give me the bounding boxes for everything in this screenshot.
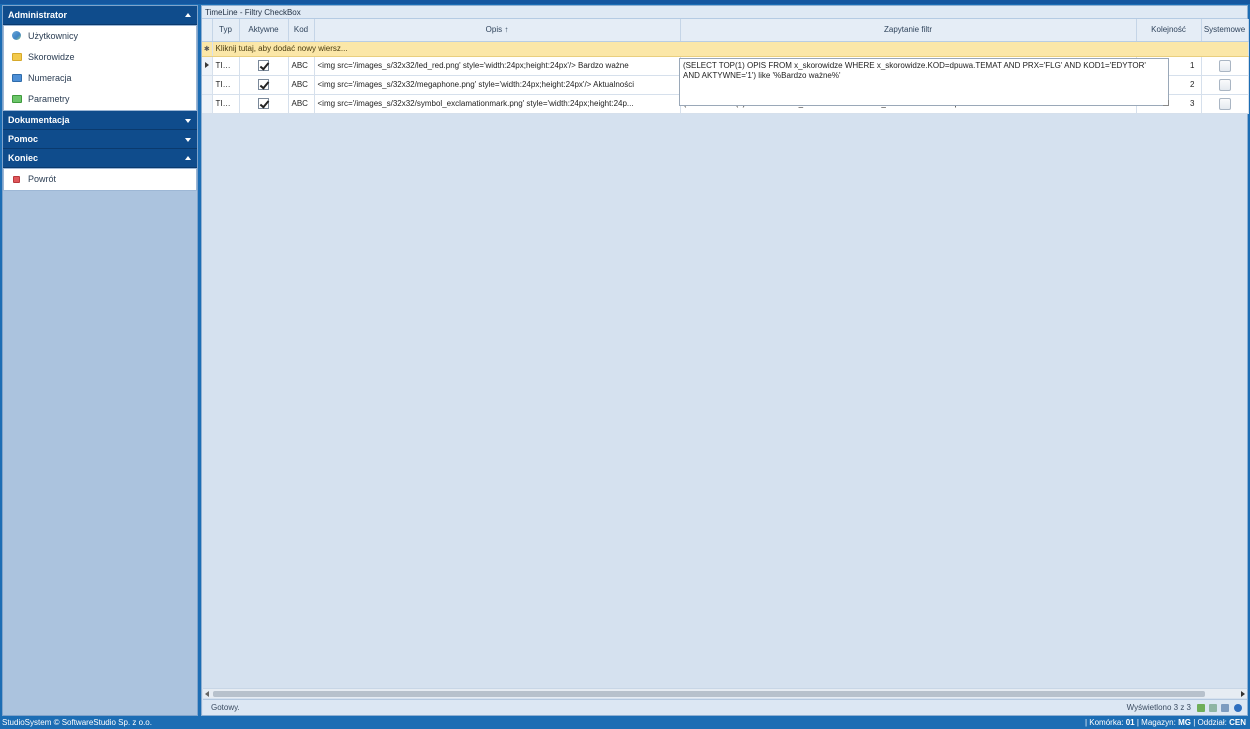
sidebar-item-label: Skorowidze (28, 52, 75, 62)
group-items-administrator: Użytkownicy Skorowidze Numeracja Paramet… (3, 25, 197, 111)
app-footer: StudioSystem © SoftwareStudio Sp. z o.o.… (0, 716, 1250, 729)
back-icon (13, 176, 20, 183)
cell-aktywne[interactable] (239, 56, 289, 76)
main-panel: TimeLine - Filtry CheckBox Typ Aktywne K… (201, 5, 1249, 716)
sidebar-item-label: Użytkownicy (28, 31, 79, 41)
current-row-arrow-icon (204, 62, 209, 68)
scrollbar-thumb[interactable] (213, 691, 1205, 697)
sidebar-item-uzytkownicy[interactable]: Użytkownicy (4, 26, 196, 47)
export-icon[interactable] (1209, 704, 1217, 712)
horizontal-scrollbar[interactable] (203, 688, 1247, 698)
cell-kod[interactable]: ABC (288, 56, 315, 76)
parameters-icon (12, 95, 22, 103)
magazyn-value: MG (1178, 718, 1191, 727)
row-indicator (202, 56, 213, 76)
application-window: Administrator Użytkownicy Skorowidze Num… (0, 0, 1250, 729)
sidebar-item-label: Parametry (28, 94, 70, 104)
komorka-label: Komórka: (1089, 718, 1124, 727)
new-row[interactable]: ✱ Kliknij tutaj, aby dodać nowy wiersz..… (202, 41, 1249, 57)
group-title: Dokumentacja (8, 115, 70, 125)
cell-typ[interactable]: TIMLF (212, 56, 240, 76)
column-header-zapytanie-filtr[interactable]: Zapytanie filtr (680, 19, 1137, 42)
filter-icon[interactable] (1221, 704, 1229, 712)
sidebar-item-powrot[interactable]: Powrót (4, 169, 196, 190)
scroll-left-icon[interactable] (205, 691, 209, 697)
cell-systemowe[interactable] (1201, 56, 1249, 76)
group-title: Koniec (8, 153, 39, 163)
cell-kod[interactable]: ABC (288, 94, 315, 114)
footer-context: | Komórka: 01 | Magazyn: MG | Oddział: C… (1084, 718, 1246, 727)
panel-title: TimeLine - Filtry CheckBox (202, 6, 1247, 19)
scroll-right-icon[interactable] (1241, 691, 1245, 697)
cell-opis[interactable]: <img src='/images_s/32x32/led_red.png' s… (314, 56, 681, 76)
refresh-icon[interactable] (1197, 704, 1205, 712)
sidebar-item-numeracja[interactable]: Numeracja (4, 68, 196, 89)
header-indicator (202, 19, 213, 42)
aktywne-checkbox[interactable] (258, 60, 269, 71)
grid-status-bar: Gotowy. Wyświetlono 3 z 3 (203, 699, 1247, 715)
column-header-kod[interactable]: Kod (288, 19, 315, 42)
asterisk-icon: ✱ (203, 46, 210, 53)
group-header-dokumentacja[interactable]: Dokumentacja (3, 111, 197, 130)
column-header-systemowe[interactable]: Systemowe (1201, 19, 1249, 42)
new-row-prompt[interactable]: Kliknij tutaj, aby dodać nowy wiersz... (212, 41, 1249, 57)
group-items-koniec: Powrót (3, 168, 197, 191)
group-title: Pomoc (8, 134, 39, 144)
group-header-koniec[interactable]: Koniec (3, 149, 197, 168)
sidebar: Administrator Użytkownicy Skorowidze Num… (2, 5, 198, 716)
aktywne-checkbox[interactable] (258, 98, 269, 109)
copyright-text: StudioSystem © SoftwareStudio Sp. z o.o. (2, 718, 152, 727)
column-header-kolejnosc[interactable]: Kolejność (1136, 19, 1202, 42)
sidebar-item-label: Powrót (28, 174, 57, 184)
cell-opis[interactable]: <img src='/images_s/32x32/symbol_exclama… (314, 94, 681, 114)
column-header-opis[interactable]: Opis ↑ (314, 19, 681, 42)
group-title: Administrator (8, 10, 68, 20)
grid-header-row: Typ Aktywne Kod Opis ↑ Zapytanie filtr K… (202, 19, 1249, 42)
cell-opis[interactable]: <img src='/images_s/32x32/megaphone.png'… (314, 75, 681, 95)
record-count: Wyświetlono 3 z 3 (1126, 703, 1191, 712)
group-header-pomoc[interactable]: Pomoc (3, 130, 197, 149)
cell-systemowe[interactable] (1201, 94, 1249, 114)
group-header-administrator[interactable]: Administrator (3, 6, 197, 25)
magazyn-label: Magazyn: (1141, 718, 1176, 727)
query-editor-textarea[interactable]: (SELECT TOP(1) OPIS FROM x_skorowidze WH… (679, 58, 1169, 106)
expand-arrow-icon (185, 119, 191, 123)
sidebar-item-label: Numeracja (28, 73, 72, 83)
oddzial-label: Oddział: (1197, 718, 1227, 727)
collapse-arrow-icon (185, 13, 191, 17)
sidebar-item-parametry[interactable]: Parametry (4, 89, 196, 110)
komorka-value: 01 (1125, 718, 1135, 727)
cell-kod[interactable]: ABC (288, 75, 315, 95)
numbering-icon (12, 74, 22, 82)
status-text: Gotowy. (211, 703, 240, 712)
cell-aktywne[interactable] (239, 75, 289, 95)
top-border (0, 0, 1250, 4)
collapse-arrow-icon (185, 156, 191, 160)
column-header-typ[interactable]: Typ (212, 19, 240, 42)
help-icon[interactable] (1234, 704, 1242, 712)
cell-systemowe[interactable] (1201, 75, 1249, 95)
systemowe-checkbox[interactable] (1218, 59, 1231, 72)
users-icon (12, 31, 21, 40)
expand-arrow-icon (185, 138, 191, 142)
sidebar-item-skorowidze[interactable]: Skorowidze (4, 47, 196, 68)
folder-icon (12, 53, 22, 61)
resize-grip-icon[interactable] (1163, 100, 1169, 106)
new-row-indicator: ✱ (202, 41, 213, 57)
row-indicator (202, 94, 213, 114)
column-header-aktywne[interactable]: Aktywne (239, 19, 289, 42)
aktywne-checkbox[interactable] (258, 79, 269, 90)
row-indicator (202, 75, 213, 95)
systemowe-checkbox[interactable] (1218, 78, 1231, 91)
cell-typ[interactable]: TIMLF (212, 94, 240, 114)
cell-aktywne[interactable] (239, 94, 289, 114)
systemowe-checkbox[interactable] (1218, 97, 1231, 110)
cell-typ[interactable]: TIMLF (212, 75, 240, 95)
oddzial-value: CEN (1229, 718, 1246, 727)
